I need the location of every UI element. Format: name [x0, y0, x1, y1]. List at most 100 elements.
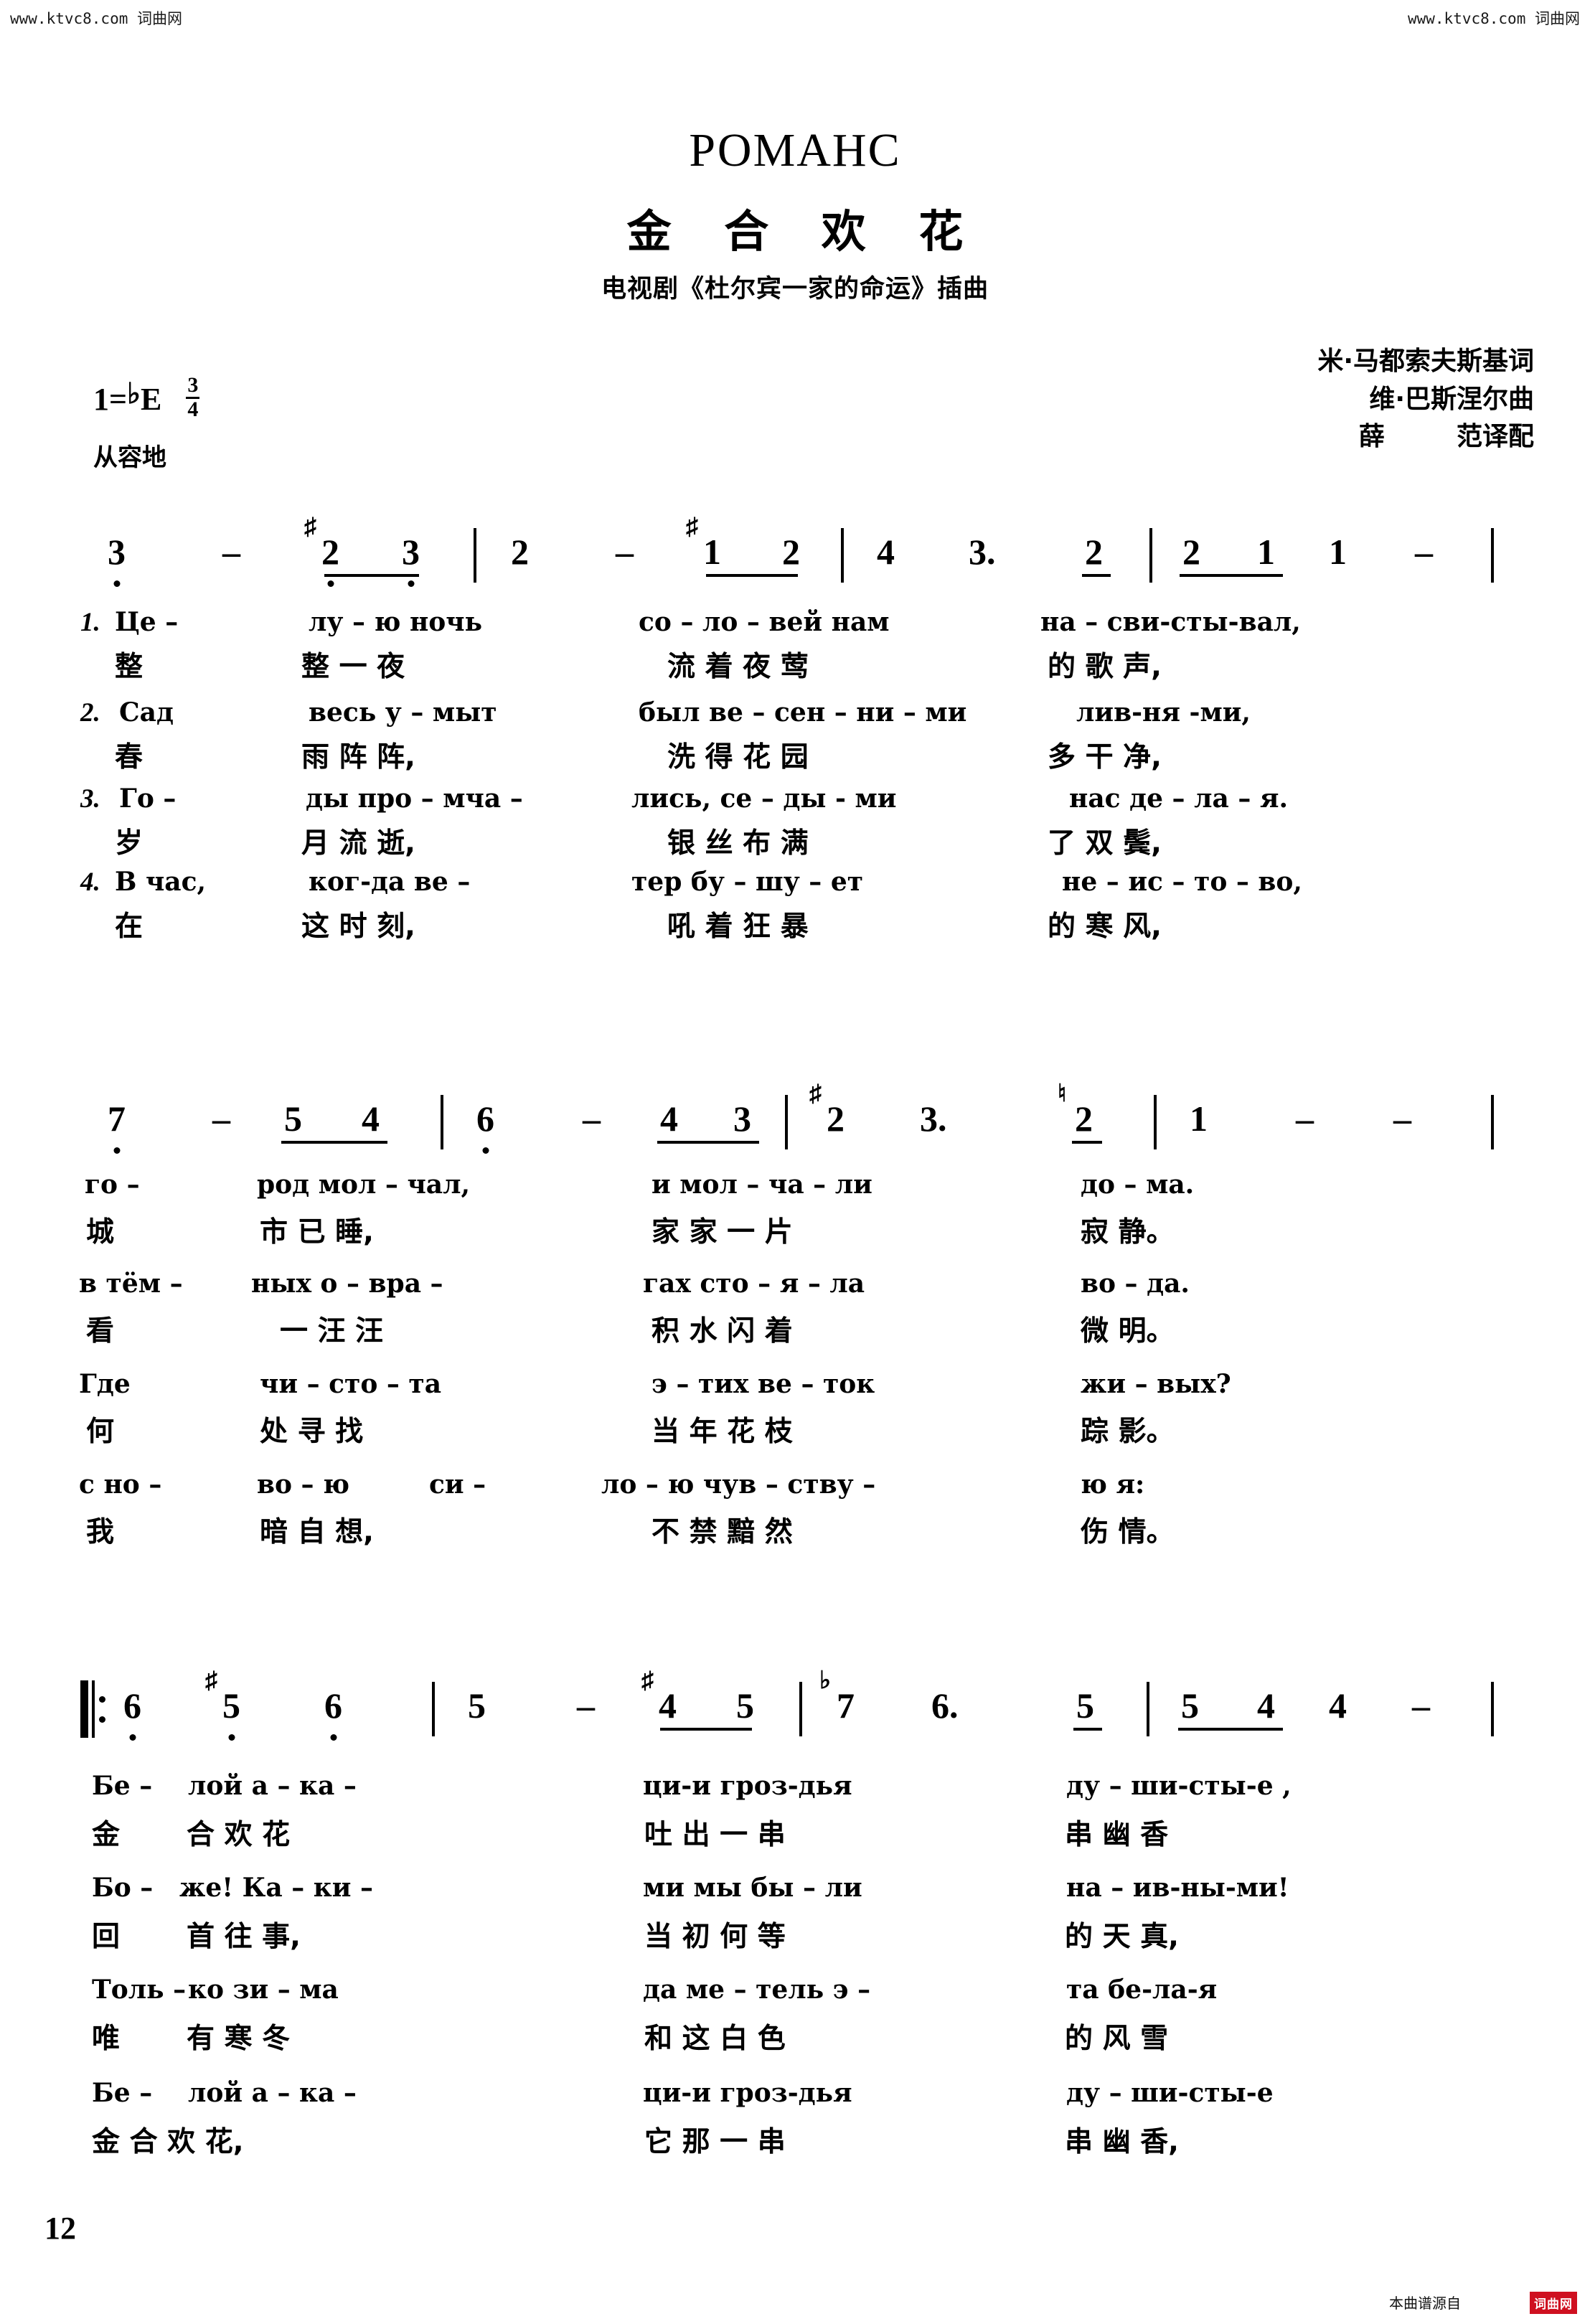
notation-system-1: 3 – ♯ 2 3 2 – ♯ 1 2 4 3. 2 2 1 1 – — [0, 515, 1590, 617]
lyric-ru: ко зи – ма — [188, 1975, 339, 2005]
lyric-ru: лой а – ка – — [188, 1771, 357, 1801]
lyric-ru: Бе – — [92, 2078, 153, 2108]
lyric-ru: си – — [429, 1469, 486, 1500]
flat-icon: ♭ — [127, 377, 141, 410]
lyric-ru: ми мы бы – ли — [643, 1873, 862, 1903]
time-signature-denominator: 4 — [187, 397, 199, 421]
lyric-cn: 合 欢 花 — [187, 1819, 291, 1851]
lyric-ru: Где — [79, 1369, 131, 1399]
lyric-cn: 吐 出 一 串 — [644, 1819, 786, 1851]
lyric-cn: 我 — [86, 1516, 115, 1548]
lyric-cn: 的 天 真, — [1065, 1921, 1179, 1953]
note-dash: – — [616, 532, 634, 572]
note: 1 — [1190, 1099, 1208, 1139]
note: 5 — [1181, 1685, 1199, 1726]
lyric-cn: 唯 — [92, 2023, 121, 2055]
lyric-cn: 不 禁 黯 然 — [651, 1516, 793, 1548]
lyric-ru: лив-ня -ми, — [1076, 697, 1251, 728]
sharp-icon: ♯ — [304, 514, 316, 540]
barline — [441, 1095, 443, 1149]
note-dash: – — [222, 532, 240, 572]
credit-lyricist: 米·马都索夫斯基词 — [1317, 347, 1534, 376]
verse-number: 3. — [80, 784, 100, 814]
sharp-icon: ♯ — [205, 1667, 217, 1694]
lyric-cn: 家 家 一 片 — [651, 1216, 793, 1248]
lyric-cn: 吼 着 狂 暴 — [667, 911, 809, 943]
barline — [799, 1682, 802, 1736]
lyric-cn: 金 合 欢 花, — [92, 2126, 244, 2158]
lyric-cn: 寂 静。 — [1081, 1216, 1175, 1248]
beam — [1072, 1141, 1102, 1144]
lyric-cn: 金 — [92, 1819, 121, 1851]
beam — [1082, 574, 1111, 577]
lyric-ru: жи – вых? — [1081, 1369, 1231, 1399]
lyric-ru: лись, се – ды - ми — [631, 784, 897, 814]
lyric-ru: да ме – тель э – — [643, 1975, 871, 2005]
credits-block: 米·马都索夫斯基词 维·巴斯涅尔曲 薛 范译配 — [1317, 343, 1534, 456]
note: 3 — [733, 1099, 751, 1139]
lyric-cn: 多 干 净, — [1048, 741, 1162, 773]
note-dash: – — [577, 1685, 595, 1726]
key-equals: = — [109, 381, 128, 417]
flat-icon: ♭ — [819, 1667, 832, 1694]
note: 5 — [736, 1685, 754, 1726]
note: 5 — [1076, 1685, 1094, 1726]
lyric-cn: 这 时 刻, — [301, 911, 415, 943]
page-subtitle: 电视剧《杜尔宾一家的命运》插曲 — [601, 275, 989, 304]
lyric-ru: ю я: — [1081, 1469, 1145, 1500]
lyric-cn: 的 风 雪 — [1065, 2023, 1169, 2055]
lyric-cn: 在 — [115, 911, 144, 943]
lyric-ru: на – ив-ны-ми! — [1066, 1873, 1289, 1903]
barline — [1149, 528, 1152, 583]
sheet-music-page: www.ktvc8.com 词曲网 www.ktvc8.com 词曲网 РОМА… — [0, 0, 1590, 2324]
lyric-cn: 何 — [86, 1416, 115, 1448]
lyric-ru: в тём – — [79, 1269, 183, 1299]
lyric-ru: с но – — [79, 1469, 162, 1500]
barline — [841, 528, 844, 583]
lyric-cn: 有 寒 冬 — [187, 2023, 291, 2055]
lyric-cn: 月 流 逝, — [301, 827, 415, 860]
footer-source-text: 本曲谱源自 — [1389, 2295, 1461, 2312]
lyric-ru: до – ма. — [1081, 1170, 1195, 1200]
lyric-cn: 的 寒 风, — [1048, 911, 1162, 943]
site-logo[interactable]: 词曲网 — [1477, 2284, 1577, 2317]
watermark-top-left: www.ktvc8.com 词曲网 — [10, 10, 183, 27]
beam — [1180, 574, 1283, 577]
site-logo-label: 词曲网 — [1530, 2292, 1577, 2314]
lyric-cn: 它 那 一 串 — [644, 2126, 786, 2158]
note: ♯ 5 — [205, 1669, 240, 1741]
lyric-ru: Го – — [119, 784, 177, 814]
lyric-ru: не – ис – то – во, — [1062, 867, 1302, 897]
barline — [1154, 1095, 1157, 1149]
lyric-ru: лу – ю ночь — [309, 607, 483, 637]
tempo-marking: 从容地 — [93, 443, 166, 472]
note: 2 — [1182, 532, 1200, 572]
lyric-cn: 城 — [86, 1216, 115, 1248]
lyric-cn: 踪 影。 — [1081, 1416, 1175, 1448]
lyric-cn: 和 这 白 色 — [644, 2023, 786, 2055]
lyric-cn: 积 水 闪 着 — [651, 1315, 793, 1347]
barline — [785, 1095, 788, 1149]
lyric-ru: го – — [85, 1170, 140, 1200]
sharp-icon: ♯ — [686, 514, 698, 540]
lyric-cn: 微 明。 — [1081, 1315, 1175, 1347]
verse-number: 1. — [80, 608, 100, 637]
note: 3 — [402, 531, 420, 587]
lyric-ru: Толь – — [92, 1975, 187, 2005]
lyric-ru: лой а – ка – — [188, 2078, 357, 2108]
note: ♯ 4 — [641, 1667, 677, 1726]
beam — [657, 1141, 759, 1144]
note: 1 — [1329, 532, 1347, 572]
lyric-cn: 回 — [92, 1921, 121, 1953]
note: 4 — [660, 1099, 678, 1139]
lyric-ru: ци-и гроз-дья — [643, 2078, 852, 2108]
note: 6 — [324, 1685, 342, 1741]
credit-translator: 薛 范译配 — [1358, 422, 1534, 452]
lyric-ru: во – ю — [257, 1469, 350, 1500]
note: 4 — [1257, 1685, 1275, 1726]
beam — [1073, 1728, 1102, 1731]
lyric-cn: 处 寻 找 — [260, 1416, 364, 1448]
beam — [660, 1728, 752, 1731]
lyric-cn: 市 已 睡, — [260, 1216, 374, 1248]
beam — [706, 574, 798, 577]
